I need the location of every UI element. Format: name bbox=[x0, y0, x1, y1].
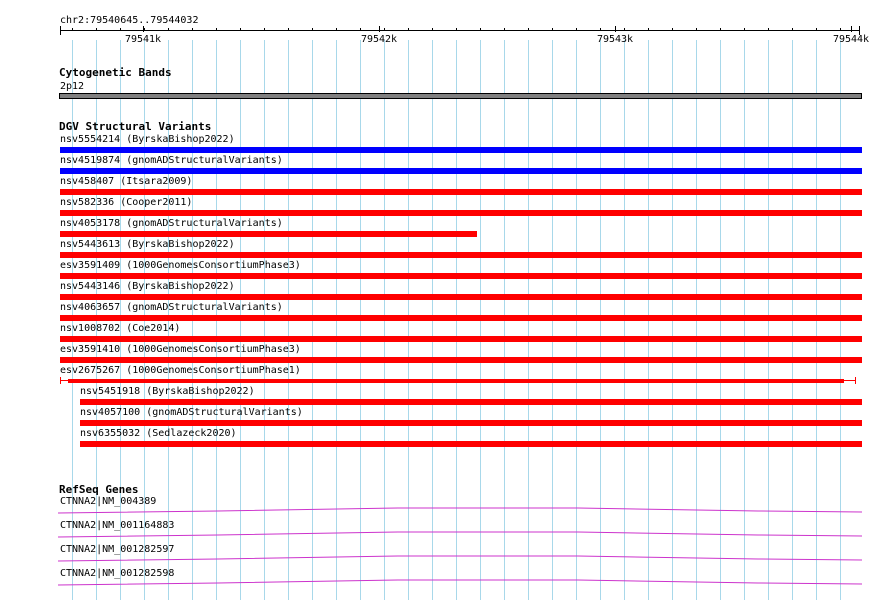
ruler-minor-tick bbox=[192, 28, 193, 31]
dgv-feature-bar[interactable] bbox=[60, 336, 862, 342]
dgv-feature-bar[interactable] bbox=[60, 168, 862, 174]
dgv-feature-label: nsv5451918 (ByrskaBishop2022) bbox=[80, 386, 255, 397]
dgv-feature-label: nsv4063657 (gnomADStructuralVariants) bbox=[60, 302, 283, 313]
dgv-feature-bar[interactable] bbox=[60, 189, 862, 195]
cytoband-bar[interactable] bbox=[59, 93, 862, 99]
ruler-range-label: chr2:79540645..79544032 bbox=[60, 15, 199, 26]
track-title-refseq: RefSeq Genes bbox=[59, 483, 139, 496]
refseq-intron-line bbox=[58, 555, 862, 562]
ruler-minor-tick bbox=[672, 28, 673, 31]
ruler-minor-tick bbox=[432, 28, 433, 31]
ruler-minor-tick bbox=[384, 28, 385, 31]
dgv-feature-label: nsv4057100 (gnomADStructuralVariants) bbox=[80, 407, 303, 418]
ruler-minor-tick bbox=[456, 28, 457, 31]
refseq-gene-model[interactable] bbox=[58, 529, 862, 539]
ruler-tick-label: 79543k bbox=[596, 34, 634, 45]
ruler-minor-tick bbox=[576, 28, 577, 31]
dgv-feature-end-cap bbox=[60, 377, 61, 384]
ruler-tick-label: 79541k bbox=[124, 34, 162, 45]
dgv-feature-bar[interactable] bbox=[60, 147, 862, 153]
ruler-minor-tick bbox=[216, 28, 217, 31]
dgv-feature-label: nsv5443613 (ByrskaBishop2022) bbox=[60, 239, 235, 250]
cytoband-label: 2p12 bbox=[60, 81, 85, 92]
ruler-minor-tick bbox=[552, 28, 553, 31]
track-title-dgv: DGV Structural Variants bbox=[59, 120, 212, 133]
dgv-feature-label: nsv582336 (Cooper2011) bbox=[60, 197, 193, 208]
ruler-minor-tick bbox=[72, 28, 73, 31]
dgv-feature-label: esv3591410 (1000GenomesConsortiumPhase3) bbox=[60, 344, 301, 355]
dgv-feature-label: nsv5554214 (ByrskaBishop2022) bbox=[60, 134, 235, 145]
ruler-axis bbox=[60, 30, 860, 31]
dgv-feature-bar[interactable] bbox=[60, 315, 862, 321]
ruler-minor-tick bbox=[624, 28, 625, 31]
ruler-minor-tick bbox=[240, 28, 241, 31]
refseq-gene-model[interactable] bbox=[58, 553, 862, 563]
dgv-feature-bar[interactable] bbox=[80, 441, 862, 447]
ruler-major-tick bbox=[851, 26, 852, 32]
dgv-feature-label: nsv5443146 (ByrskaBishop2022) bbox=[60, 281, 235, 292]
ruler-minor-tick bbox=[96, 28, 97, 31]
ruler-minor-tick bbox=[648, 28, 649, 31]
dgv-feature-label: nsv4519874 (gnomADStructuralVariants) bbox=[60, 155, 283, 166]
dgv-feature-bar[interactable] bbox=[60, 231, 477, 237]
dgv-feature-bar[interactable] bbox=[80, 420, 862, 426]
ruler-major-tick bbox=[143, 26, 144, 32]
ruler-minor-tick bbox=[504, 28, 505, 31]
ruler-left-arrow bbox=[60, 26, 61, 35]
ruler-major-tick bbox=[615, 26, 616, 32]
dgv-feature-bar[interactable] bbox=[68, 379, 844, 383]
dgv-feature-label: esv2675267 (1000GenomesConsortiumPhase1) bbox=[60, 365, 301, 376]
dgv-feature-label: nsv458407 (Itsara2009) bbox=[60, 176, 193, 187]
dgv-feature-end-cap bbox=[855, 377, 856, 384]
dgv-feature-label: esv3591409 (1000GenomesConsortiumPhase3) bbox=[60, 260, 301, 271]
dgv-feature-bar[interactable] bbox=[60, 357, 862, 363]
ruler-minor-tick bbox=[288, 28, 289, 31]
ruler-tick-label: 79544k bbox=[832, 34, 870, 45]
refseq-gene-model[interactable] bbox=[58, 577, 862, 587]
ruler-minor-tick bbox=[168, 28, 169, 31]
refseq-gene-model[interactable] bbox=[58, 505, 862, 515]
ruler-minor-tick bbox=[312, 28, 313, 31]
ruler-minor-tick bbox=[528, 28, 529, 31]
ruler-minor-tick bbox=[144, 28, 145, 31]
dgv-feature-label: nsv1008702 (Coe2014) bbox=[60, 323, 181, 334]
dgv-feature-bar[interactable] bbox=[60, 294, 862, 300]
ruler-minor-tick bbox=[360, 28, 361, 31]
ruler-minor-tick bbox=[768, 28, 769, 31]
refseq-intron-line bbox=[58, 531, 862, 538]
ruler-minor-tick bbox=[840, 28, 841, 31]
ruler-minor-tick bbox=[264, 28, 265, 31]
genome-browser-canvas[interactable]: chr2:79540645..79544032 79541k 79542k 79… bbox=[0, 0, 890, 600]
ruler-minor-tick bbox=[120, 28, 121, 31]
dgv-feature-label: nsv4053178 (gnomADStructuralVariants) bbox=[60, 218, 283, 229]
ruler-minor-tick bbox=[480, 28, 481, 31]
ruler-tick-label: 79542k bbox=[360, 34, 398, 45]
refseq-intron-line bbox=[58, 579, 862, 586]
dgv-feature-bar[interactable] bbox=[60, 210, 862, 216]
ruler-minor-tick bbox=[408, 28, 409, 31]
ruler-minor-tick bbox=[720, 28, 721, 31]
ruler-minor-tick bbox=[600, 28, 601, 31]
ruler-minor-tick bbox=[816, 28, 817, 31]
ruler-minor-tick bbox=[336, 28, 337, 31]
dgv-feature-bar[interactable] bbox=[80, 399, 862, 405]
track-title-cytoband: Cytogenetic Bands bbox=[59, 66, 172, 79]
ruler-minor-tick bbox=[792, 28, 793, 31]
ruler-minor-tick bbox=[744, 28, 745, 31]
dgv-feature-bar[interactable] bbox=[60, 252, 862, 258]
refseq-intron-line bbox=[58, 507, 862, 514]
ruler-major-tick bbox=[379, 26, 380, 32]
ruler-minor-tick bbox=[696, 28, 697, 31]
dgv-feature-bar[interactable] bbox=[60, 273, 862, 279]
dgv-feature-label: nsv6355032 (Sedlazeck2020) bbox=[80, 428, 237, 439]
